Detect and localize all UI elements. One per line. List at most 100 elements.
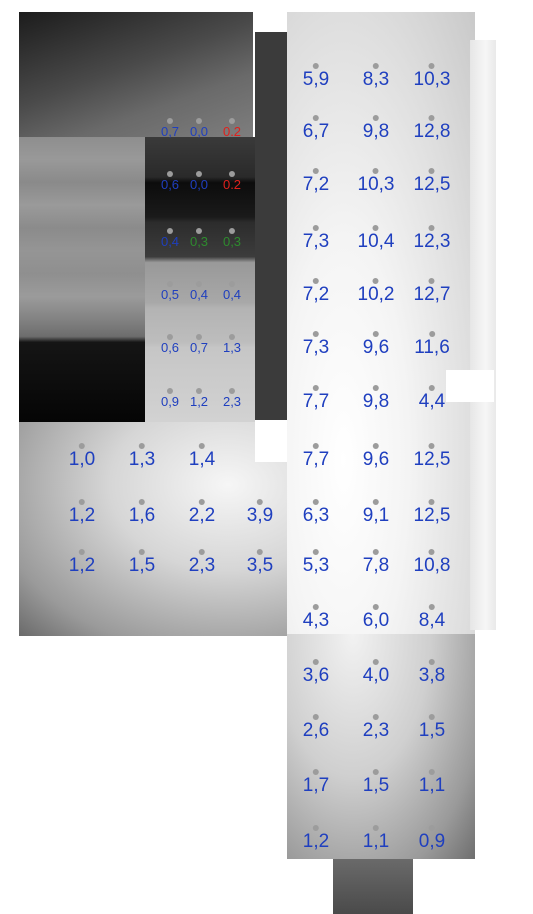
sensor-reading: 10,8 [414,549,450,575]
sensor-reading: 1,7 [303,769,329,795]
sensor-value: 1,5 [362,775,390,796]
sensor-reading: 4,0 [363,659,389,685]
sensor-value: 3,9 [246,505,274,526]
sensor-value: 2,2 [188,505,216,526]
sensor-value: 9,8 [362,121,390,142]
sensor-value: 1,0 [68,449,96,470]
sensor-value: 0,7 [189,340,209,355]
sensor-reading: 0,9 [419,825,445,851]
sensor-reading: 0,4 [190,281,208,301]
sensor-reading: 1,4 [189,443,215,469]
sensor-reading: 6,0 [363,604,389,630]
sensor-value: 1,2 [189,394,209,409]
sensor-value: 6,0 [362,610,390,631]
sensor-value: 12,8 [413,121,451,142]
sensor-reading: 12,8 [413,115,451,142]
sensor-reading: 2,3 [363,714,389,740]
sensor-value: 6,3 [302,505,330,526]
partition-wall [255,32,287,420]
sensor-reading: 1,5 [363,769,389,795]
sensor-reading: 0,0 [190,118,208,138]
sensor-value: 0.2 [222,124,242,139]
dark-upper-left-area [19,12,253,137]
sensor-value: 10,4 [357,231,395,252]
sensor-reading: 1,6 [129,499,155,525]
sensor-value: 1,3 [128,449,156,470]
sensor-value: 7,2 [302,284,330,305]
sensor-value: 12,7 [413,284,451,305]
sensor-value: 1,3 [222,340,242,355]
sensor-reading: 8,3 [363,63,389,89]
sensor-value: 4,3 [302,610,330,631]
sensor-reading: 1,0 [69,443,95,469]
sensor-reading: 1,2 [69,499,95,525]
sensor-value: 0,3 [222,234,242,249]
sensor-value: 1,5 [128,555,156,576]
sensor-value: 8,3 [362,69,390,90]
sensor-value: 1,2 [302,831,330,852]
right-wall-edge [470,40,496,630]
corridor-exit-stub [333,859,413,914]
sensor-reading: 4,4 [419,385,445,411]
sensor-value: 0,7 [160,124,180,139]
sensor-value: 0,4 [222,287,242,302]
top-window-opening [255,12,287,32]
sensor-value: 12,5 [413,505,451,526]
sensor-reading: 2,3 [189,549,215,575]
sensor-reading: 5,3 [303,549,329,575]
sensor-value: 7,7 [302,391,330,412]
sensor-reading: 9,6 [363,443,389,469]
sensor-reading: 10,4 [357,225,395,252]
sensor-reading: 12,5 [414,443,450,469]
sensor-reading: 4,3 [303,604,329,630]
sensor-value: 9,8 [362,391,390,412]
sensor-reading: 12,5 [413,499,451,526]
sensor-reading: 0,7 [190,334,208,354]
sensor-reading: 10,3 [357,168,395,195]
bright-room-area [287,12,475,634]
sensor-value: 3,6 [302,665,330,686]
sensor-value: 0,4 [160,234,180,249]
sensor-value: 1,5 [418,720,446,741]
sensor-reading: 3,5 [247,549,273,575]
sensor-value: 5,3 [302,555,330,576]
sensor-reading: 3,6 [303,659,329,685]
sensor-value: 10,3 [413,69,451,90]
sensor-reading: 0,4 [161,228,179,248]
sensor-reading: 9,1 [363,499,389,525]
sensor-reading: 7,3 [303,225,329,251]
sensor-value: 6,7 [302,121,330,142]
sensor-reading: 0.2 [223,171,241,191]
sensor-reading: 2,2 [189,499,215,525]
sensor-value: 7,3 [302,337,330,358]
sensor-reading: 2,6 [303,714,329,740]
sensor-value: 10,3 [357,174,395,195]
sensor-value: 12,3 [413,231,451,252]
sensor-reading: 0,5 [161,281,179,301]
sensor-reading: 5,9 [303,63,329,89]
sensor-value: 0,3 [189,234,209,249]
sensor-reading: 1,2 [303,825,329,851]
sensor-reading: 1,5 [129,549,155,575]
sensor-value: 4,0 [362,665,390,686]
middle-window-opening [255,420,287,462]
sensor-value: 9,6 [362,449,390,470]
sensor-reading: 1,3 [223,334,241,354]
sensor-value: 2,6 [302,720,330,741]
sensor-value: 2,3 [222,394,242,409]
sensor-value: 0,0 [189,124,209,139]
sensor-reading: 10,2 [358,278,394,304]
sensor-reading: 12,3 [413,225,451,252]
sensor-value: 0,6 [160,177,180,192]
sensor-value: 3,5 [246,555,274,576]
sensor-reading: 7,8 [363,549,389,575]
sensor-reading: 9,8 [363,385,389,411]
sensor-value: 12,5 [413,174,451,195]
sensor-value: 0,5 [160,287,180,302]
sensor-value: 5,9 [302,69,330,90]
sensor-reading: 1,2 [69,549,95,575]
sensor-value: 9,6 [362,337,390,358]
sensor-value: 1,2 [68,555,96,576]
sensor-value: 0.2 [222,177,242,192]
sensor-value: 11,6 [414,337,450,358]
